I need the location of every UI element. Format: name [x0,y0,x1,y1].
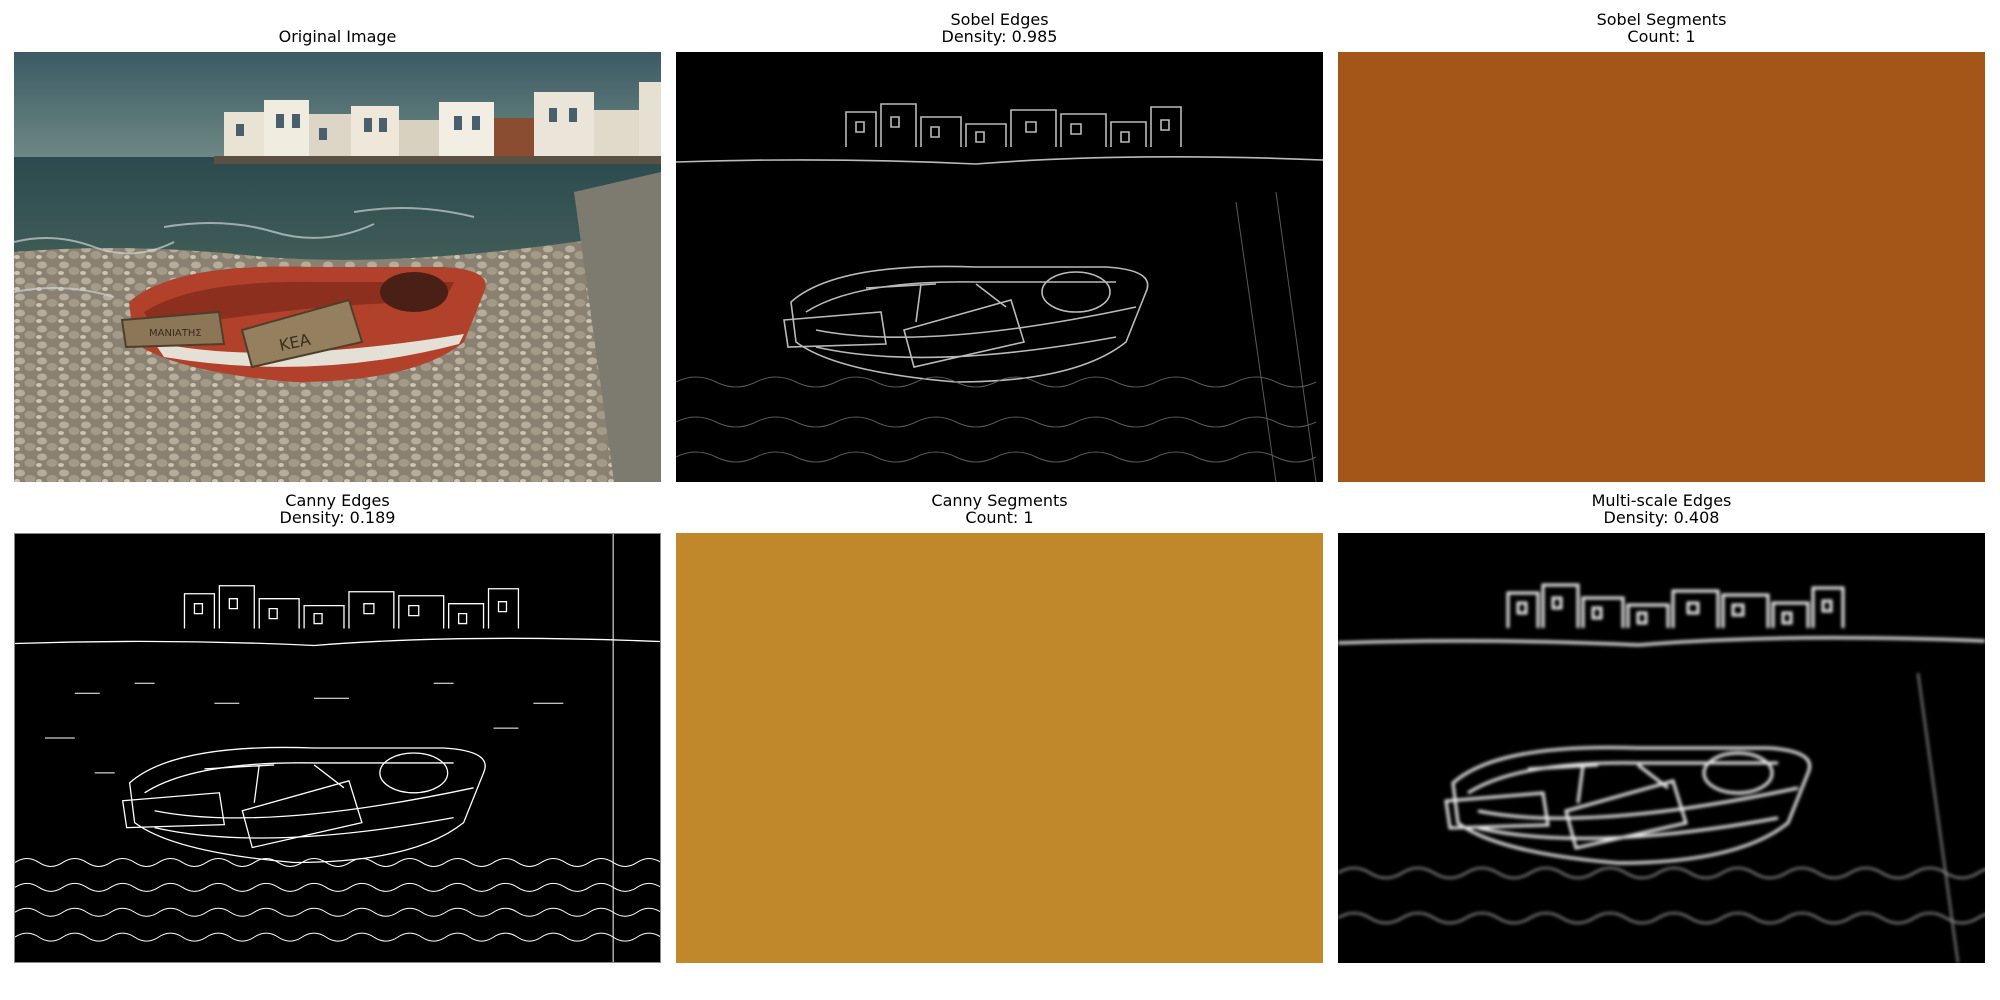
sobel-segments-image [1338,52,1985,482]
panel-sobel-segments: Sobel Segments Count: 1 [1338,11,1985,483]
panel-title-text: Canny Segments [931,491,1068,510]
panel-subtitle-text: Density: 0.985 [941,27,1058,46]
panel-title-text: Sobel Segments [1596,10,1727,29]
panel-subtitle-text: Count: 1 [965,508,1034,527]
crate-lettering: ΜΑΝΙΑΤΗΣ [149,328,202,339]
panel-subtitle-text: Count: 1 [1627,27,1696,46]
panel-title: Canny Segments Count: 1 [676,492,1323,526]
panel-sobel-edges: Sobel Edges Density: 0.985 [676,11,1323,483]
original-photo: ΜΑΝΙΑΤΗΣ KEA [14,52,661,482]
panel-title: Multi-scale Edges Density: 0.408 [1338,492,1985,526]
panel-title-text: Canny Edges [285,491,390,510]
panel-title: Sobel Segments Count: 1 [1338,11,1985,45]
panel-original-image: Original Image ΜΑΝΙΑΤΗΣ KEA [14,28,661,483]
panel-title: Canny Edges Density: 0.189 [14,492,661,526]
canny-segments-image [676,533,1323,963]
panel-title: Sobel Edges Density: 0.985 [676,11,1323,45]
panel-title-text: Original Image [278,27,397,46]
multiscale-edges-image [1338,533,1985,963]
panel-subtitle-text: Density: 0.189 [279,508,396,527]
panel-title-text: Multi-scale Edges [1591,491,1732,510]
panel-canny-segments: Canny Segments Count: 1 [676,492,1323,964]
panel-title: Original Image [14,28,661,45]
panel-canny-edges: Canny Edges Density: 0.189 [14,492,661,964]
sobel-edges-image [676,52,1323,482]
canny-edges-image [14,533,661,963]
panel-multiscale-edges: Multi-scale Edges Density: 0.408 [1338,492,1985,964]
panel-subtitle-text: Density: 0.408 [1603,508,1720,527]
panel-title-text: Sobel Edges [950,10,1049,29]
